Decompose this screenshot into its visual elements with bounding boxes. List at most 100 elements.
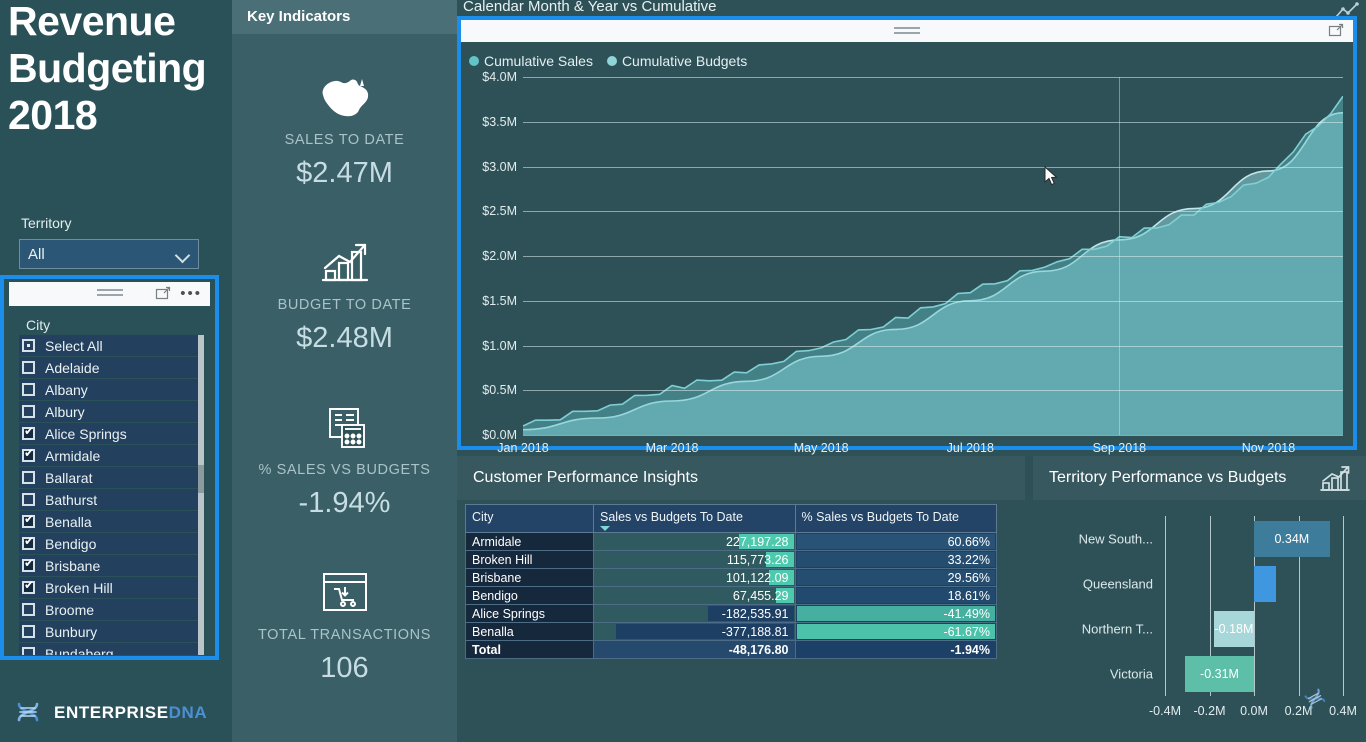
legend-label: Cumulative Sales: [484, 53, 593, 69]
drag-handle-icon[interactable]: [96, 289, 123, 298]
city-slicer-item-label: Ballarat: [45, 469, 93, 486]
territory-bar[interactable]: -0.18M: [1213, 610, 1254, 647]
city-slicer-item[interactable]: Bunbury: [19, 621, 201, 642]
legend-item[interactable]: Cumulative Sales: [469, 53, 593, 69]
x-axis-tick-label: Nov 2018: [1241, 441, 1296, 455]
checkbox-icon[interactable]: [22, 361, 35, 374]
city-list-scrollbar-thumb[interactable]: [198, 465, 204, 493]
cell-pct-sales-vs-budgets: 18.61%: [794, 586, 997, 605]
cell-sales-vs-budgets: -182,535.91: [593, 604, 796, 623]
area-chart-plot[interactable]: $0.0M $0.5M $1.0M $1.5M $2.0M $2.5M $3.0M $3.5M…: [482, 70, 1343, 455]
checkbox-icon[interactable]: [22, 557, 35, 572]
city-slicer-item[interactable]: Albury: [19, 401, 201, 422]
city-slicer-item[interactable]: Adelaide: [19, 357, 201, 378]
cell-city: Armidale: [465, 532, 594, 551]
cell-sales-vs-budgets: 67,455.29: [593, 586, 796, 605]
customer-performance-table[interactable]: City Sales vs Budgets To Date % Sales vs…: [465, 504, 997, 659]
table-row[interactable]: Broken Hill 115,773.26 33.22%: [465, 550, 997, 569]
x-axis-tick-label: Sep 2018: [1092, 441, 1147, 455]
city-slicer-item[interactable]: Bathurst: [19, 489, 201, 510]
gridline: [523, 435, 1343, 436]
checkbox-icon[interactable]: [22, 493, 35, 506]
legend-label: Cumulative Budgets: [621, 53, 748, 69]
city-slicer-item[interactable]: Select All: [19, 335, 201, 356]
gridline: [1165, 516, 1166, 696]
city-slicer-item[interactable]: Broken Hill: [19, 577, 201, 598]
gridline: [523, 77, 1343, 78]
city-slicer-item[interactable]: Albany: [19, 379, 201, 400]
cell-pct-text: -61.67%: [943, 624, 990, 639]
column-header-city[interactable]: City: [465, 504, 594, 533]
checkbox-icon[interactable]: [22, 383, 35, 396]
territory-slicer-label: Territory: [21, 215, 72, 231]
territory-chart-plot[interactable]: -0.4M -0.2M 0.0M 0.2M 0.4M New South... 0.34M Q…: [1079, 516, 1357, 718]
checkbox-icon[interactable]: [22, 447, 35, 462]
cell-sales-vs-budgets: 115,773.26: [593, 550, 796, 569]
more-options-icon[interactable]: •••: [180, 286, 202, 301]
city-slicer-item[interactable]: Broome: [19, 599, 201, 620]
kpi-card-pct-sales-vs-budgets: % SALES VS BUDGETS -1.94%: [232, 400, 457, 520]
y-axis-category-label: Northern T...: [1081, 621, 1153, 636]
cell-value-text: 227,197.28: [725, 534, 789, 549]
drag-handle-icon[interactable]: [894, 27, 920, 36]
table-row[interactable]: Alice Springs -182,535.91 -41.49%: [465, 604, 997, 623]
x-axis-tick-label: Jul 2018: [946, 441, 994, 455]
table-row[interactable]: Armidale 227,197.28 60.66%: [465, 532, 997, 551]
city-slicer-item[interactable]: Bendigo: [19, 533, 201, 554]
y-axis-tick-label: $1.0M: [482, 338, 517, 353]
city-slicer-item[interactable]: Alice Springs: [19, 423, 201, 444]
city-slicer-item[interactable]: Bundaberg: [19, 643, 201, 655]
territory-dropdown[interactable]: All: [19, 239, 199, 269]
y-axis-tick-label: $3.5M: [482, 114, 517, 129]
gridline: [523, 300, 1343, 302]
legend-item[interactable]: Cumulative Budgets: [606, 53, 748, 69]
chevron-down-icon: [177, 250, 189, 257]
city-slicer-header: •••: [9, 282, 210, 306]
y-axis-tick-label: $2.5M: [482, 204, 517, 219]
city-slicer-item-label: Select All: [45, 337, 103, 354]
city-slicer-item[interactable]: Benalla: [19, 511, 201, 532]
city-slicer-item[interactable]: Armidale: [19, 445, 201, 466]
customer-performance-card: Customer Performance Insights City Sales…: [457, 456, 1025, 742]
territory-bar[interactable]: -0.31M: [1185, 655, 1254, 692]
checkbox-icon[interactable]: [22, 535, 35, 550]
key-indicators-header: Key Indicators: [232, 0, 457, 34]
column-header-pct-sales-vs-budgets[interactable]: % Sales vs Budgets To Date: [794, 504, 997, 533]
y-axis-tick-label: $3.0M: [482, 159, 517, 174]
australia-map-icon: [232, 70, 457, 126]
brand-enterprise-text: ENTERPRISE: [54, 703, 169, 722]
cell-value-text: -377,188.81: [721, 624, 789, 639]
checkbox-icon[interactable]: [22, 339, 35, 352]
table-row[interactable]: Brisbane 101,122.09 29.56%: [465, 568, 997, 587]
city-slicer[interactable]: ••• City Select All Adelaide Albany Albury A…: [0, 275, 219, 660]
city-list[interactable]: Select All Adelaide Albany Albury Alice Spri…: [19, 335, 201, 655]
checkbox-icon[interactable]: [22, 513, 35, 528]
table-header-row: City Sales vs Budgets To Date % Sales vs…: [465, 504, 997, 533]
kpi-label: % SALES VS BUDGETS: [258, 462, 431, 478]
checkbox-icon[interactable]: [22, 625, 35, 638]
cumulative-area-chart-card[interactable]: Cumulative Sales Cumulative Budgets $0.0…: [457, 16, 1357, 455]
checkbox-icon[interactable]: [22, 603, 35, 616]
checkbox-icon[interactable]: [22, 471, 35, 484]
checkbox-icon[interactable]: [22, 647, 35, 655]
column-header-sales-vs-budgets[interactable]: Sales vs Budgets To Date: [593, 504, 796, 533]
table-row[interactable]: Bendigo 67,455.29 18.61%: [465, 586, 997, 605]
y-axis-tick-label: $1.5M: [482, 293, 517, 308]
gridline: [523, 121, 1343, 123]
table-row[interactable]: Benalla -377,188.81 -61.67%: [465, 622, 997, 641]
cell-sales-vs-budgets: 101,122.09: [593, 568, 796, 587]
focus-mode-icon[interactable]: [155, 286, 171, 302]
territory-bar[interactable]: 0.34M: [1254, 520, 1330, 557]
city-slicer-item[interactable]: Ballarat: [19, 467, 201, 488]
focus-mode-icon[interactable]: [1328, 23, 1344, 39]
territory-bar[interactable]: [1254, 565, 1277, 602]
cell-pct-sales-vs-budgets: -61.67%: [794, 622, 997, 641]
kpi-label: SALES TO DATE: [284, 132, 405, 148]
checkbox-icon[interactable]: [22, 579, 35, 594]
city-slicer-item[interactable]: Brisbane: [19, 555, 201, 576]
kpi-label: TOTAL TRANSACTIONS: [257, 627, 431, 643]
checkbox-icon[interactable]: [22, 405, 35, 418]
city-list-scrollbar[interactable]: [198, 335, 204, 655]
checkbox-icon[interactable]: [22, 425, 35, 440]
city-slicer-item-label: Adelaide: [45, 359, 100, 376]
